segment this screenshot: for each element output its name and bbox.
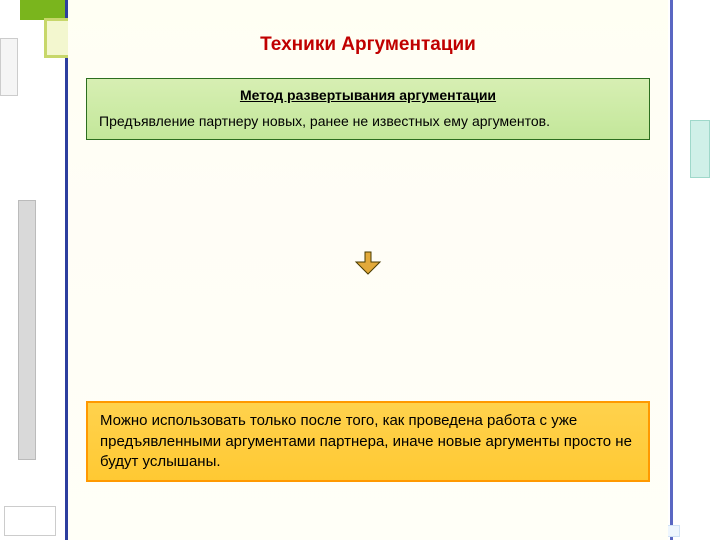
down-arrow-icon <box>354 250 382 278</box>
note-box: Можно использовать только после того, ка… <box>86 401 650 482</box>
decor-block-left-small <box>0 38 18 96</box>
slide-title: Техники Аргументации <box>68 34 668 56</box>
decor-block-green <box>20 0 65 20</box>
method-body: Предъявление партнеру новых, ранее не из… <box>99 113 637 129</box>
decor-vertical-line-right <box>670 0 673 540</box>
method-heading: Метод развертывания аргументации <box>99 87 637 103</box>
decor-bottom-left <box>4 506 56 536</box>
slide-body: Техники Аргументации Метод развертывания… <box>68 0 668 540</box>
decor-block-grey-left <box>18 200 36 460</box>
decor-block-right <box>690 120 710 178</box>
method-box: Метод развертывания аргументации Предъяв… <box>86 78 650 140</box>
